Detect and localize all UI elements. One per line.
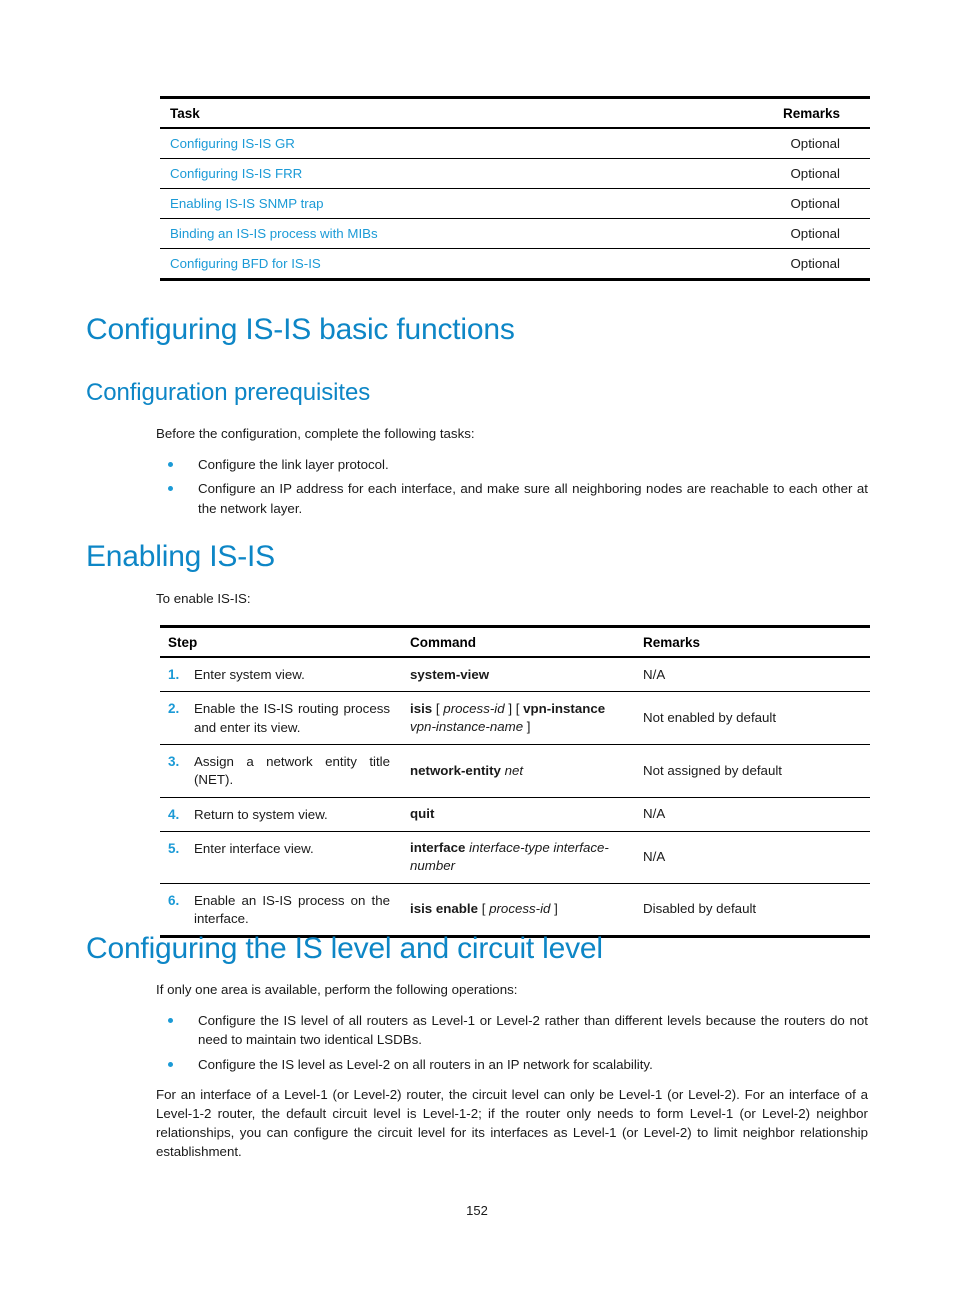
- table-row: 6. Enable an IS-IS process on the interf…: [160, 883, 871, 939]
- step-number: 2.: [160, 691, 194, 746]
- document-page: Task Remarks Configuring IS-IS GR Option…: [0, 0, 954, 1296]
- table-header-row: Step Command Remarks: [160, 625, 871, 658]
- remarks-cell: Optional: [720, 158, 870, 189]
- step-remarks: N/A: [635, 831, 871, 884]
- list-item-label: Configure the IS level as Level-2 on all…: [198, 1056, 653, 1072]
- table-row: 2. Enable the IS-IS routing process and …: [160, 691, 871, 746]
- step-remarks: N/A: [635, 797, 871, 833]
- remarks-cell: Optional: [720, 188, 870, 219]
- link-configuring-bfd-for-is-is[interactable]: Configuring BFD for IS-IS: [170, 256, 321, 271]
- bullet-dot-icon: [168, 461, 173, 467]
- page-number: 152: [466, 1203, 488, 1218]
- task-cell: Configuring IS-IS GR: [160, 128, 720, 159]
- is-level-intro-text: If only one area is available, perform t…: [156, 982, 518, 997]
- step-number: 4.: [160, 797, 194, 833]
- step-number: 3.: [160, 744, 194, 798]
- step-description: Enter interface view.: [194, 831, 403, 884]
- list-item: Configure the IS level as Level-2 on all…: [156, 1055, 868, 1074]
- step-description: Enable the IS-IS routing process and ent…: [194, 691, 403, 746]
- step-number: 1.: [160, 657, 194, 693]
- task-cell: Configuring BFD for IS-IS: [160, 248, 720, 281]
- is-level-paragraph: For an interface of a Level-1 (or Level-…: [156, 1087, 868, 1159]
- remarks-cell: Optional: [720, 218, 870, 249]
- list-item-label: Configure the IS level of all routers as…: [198, 1012, 868, 1048]
- task-cell: Enabling IS-IS SNMP trap: [160, 188, 720, 219]
- enable-is-is-steps-table: Step Command Remarks 1. Enter system vie…: [160, 625, 871, 939]
- column-header-step: Step: [160, 625, 403, 658]
- bullet-dot-icon: [168, 1061, 173, 1067]
- link-configuring-is-is-gr[interactable]: Configuring IS-IS GR: [170, 136, 295, 151]
- task-cell: Configuring IS-IS FRR: [160, 158, 720, 189]
- step-description: Assign a network entity title (NET).: [194, 744, 403, 798]
- bullet-dot-icon: [168, 486, 173, 492]
- task-cell: Binding an IS-IS process with MIBs: [160, 218, 720, 249]
- step-command: network-entity net: [402, 744, 636, 798]
- table-row: 5. Enter interface view. interface inter…: [160, 831, 871, 884]
- is-level-bullet-list: Configure the IS level of all routers as…: [156, 1011, 868, 1074]
- list-item: Configure the IS level of all routers as…: [156, 1011, 868, 1050]
- table-row: 3. Assign a network entity title (NET). …: [160, 744, 871, 798]
- table-row: Configuring IS-IS FRR Optional: [160, 158, 870, 189]
- enabling-is-is-intro-text: To enable IS-IS:: [156, 591, 251, 606]
- heading-enabling-is-is: Enabling IS-IS: [86, 540, 275, 573]
- column-header-command: Command: [402, 625, 636, 658]
- table-row: Configuring IS-IS GR Optional: [160, 128, 870, 159]
- step-remarks: N/A: [635, 657, 871, 693]
- step-number: 5.: [160, 831, 194, 884]
- step-remarks: Not enabled by default: [635, 691, 871, 746]
- heading-configuration-prerequisites: Configuration prerequisites: [86, 379, 371, 406]
- bullet-dot-icon: [168, 1017, 173, 1023]
- heading-configuring-is-is-basic-functions: Configuring IS-IS basic functions: [86, 313, 515, 346]
- list-item: Configure an IP address for each interfa…: [156, 479, 868, 518]
- step-description: Return to system view.: [194, 797, 403, 833]
- link-configuring-is-is-frr[interactable]: Configuring IS-IS FRR: [170, 166, 302, 181]
- step-number: 6.: [160, 883, 194, 939]
- step-command: isis [ process-id ] [ vpn-instance vpn-i…: [402, 691, 636, 746]
- column-header-task: Task: [160, 96, 720, 129]
- step-command: isis enable [ process-id ]: [402, 883, 636, 939]
- remarks-cell: Optional: [720, 248, 870, 281]
- table-header-row: Task Remarks: [160, 96, 870, 129]
- link-binding-an-is-is-process-with-mibs[interactable]: Binding an IS-IS process with MIBs: [170, 226, 378, 241]
- table-row: Binding an IS-IS process with MIBs Optio…: [160, 218, 870, 249]
- link-enabling-is-is-snmp-trap[interactable]: Enabling IS-IS SNMP trap: [170, 196, 323, 211]
- column-header-remarks: Remarks: [720, 96, 870, 129]
- prerequisites-bullet-list: Configure the link layer protocol. Confi…: [156, 455, 868, 518]
- heading-configuring-the-is-level-and-circuit-level: Configuring the IS level and circuit lev…: [86, 932, 603, 965]
- table-row: 4. Return to system view. quit N/A: [160, 797, 871, 833]
- table-row: Enabling IS-IS SNMP trap Optional: [160, 188, 870, 219]
- step-remarks: Disabled by default: [635, 883, 871, 939]
- step-description: Enter system view.: [194, 657, 403, 693]
- list-item: Configure the link layer protocol.: [156, 455, 868, 474]
- table-row: Configuring BFD for IS-IS Optional: [160, 248, 870, 281]
- table-row: 1. Enter system view. system-view N/A: [160, 657, 871, 693]
- prerequisites-intro-text: Before the configuration, complete the f…: [156, 426, 475, 441]
- list-item-label: Configure an IP address for each interfa…: [198, 481, 868, 516]
- column-header-remarks: Remarks: [635, 625, 871, 658]
- step-description: Enable an IS-IS process on the interface…: [194, 883, 403, 939]
- remarks-cell: Optional: [720, 128, 870, 159]
- step-command: system-view: [402, 657, 636, 693]
- step-command: quit: [402, 797, 636, 833]
- list-item-label: Configure the link layer protocol.: [198, 456, 389, 472]
- task-overview-table: Task Remarks Configuring IS-IS GR Option…: [160, 96, 870, 281]
- step-remarks: Not assigned by default: [635, 744, 871, 798]
- step-command: interface interface-type interface-numbe…: [402, 831, 636, 884]
